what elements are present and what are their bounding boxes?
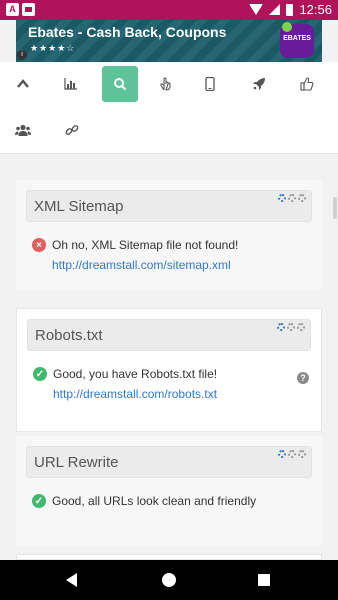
gear-icon: [297, 323, 305, 331]
gear-icon: [298, 450, 306, 458]
section-title: URL Rewrite: [34, 454, 119, 471]
section-title: Robots.txt: [35, 327, 103, 344]
status-bar: A 12:56: [0, 0, 338, 20]
question-icon[interactable]: ?: [297, 372, 309, 384]
navigation-bar: [0, 560, 338, 600]
gear-icon: [288, 194, 296, 202]
url-rewrite-result: ✓ Good, all URLs look clean and friendly: [32, 494, 256, 511]
result-message: Oh no, XML Sitemap file not found!: [52, 238, 239, 252]
result-message: Good, you have Robots.txt file!: [53, 367, 218, 381]
gears-icon[interactable]: [278, 194, 306, 202]
gears-icon[interactable]: [277, 323, 305, 331]
xml-sitemap-result: × Oh no, XML Sitemap file not found! htt…: [32, 238, 238, 275]
link-icon[interactable]: [54, 112, 90, 148]
a-icon: A: [6, 3, 19, 16]
ad-download-badge-icon: [282, 22, 292, 32]
gear-icon: [288, 450, 296, 458]
xml-sitemap-header: XML Sitemap: [26, 190, 312, 222]
robots-txt-link[interactable]: http://dreamstall.com/robots.txt: [53, 384, 217, 404]
ad-banner[interactable]: Ebates - Cash Back, Coupons ★★★★☆ EBATES: [16, 20, 322, 62]
signal-icon: [269, 4, 281, 15]
ad-rating-stars: ★★★★☆: [30, 43, 76, 53]
section-title: XML Sitemap: [34, 198, 124, 215]
gear-icon: [298, 194, 306, 202]
recent-apps-icon[interactable]: [258, 574, 270, 586]
gears-icon[interactable]: [278, 450, 306, 458]
xml-sitemap-card: XML Sitemap × Oh no, XML Sitemap file no…: [16, 180, 322, 290]
thumbs-up-icon[interactable]: [289, 66, 325, 102]
error-icon: ×: [32, 238, 46, 252]
home-icon[interactable]: [162, 573, 176, 587]
check-icon: ✓: [32, 494, 46, 508]
robots-txt-header: Robots.txt: [27, 319, 311, 351]
gear-icon: [278, 194, 286, 202]
gear-icon: [287, 323, 295, 331]
bar-chart-icon[interactable]: [53, 66, 89, 102]
message-icon: [22, 3, 35, 16]
toolbar: [0, 62, 338, 154]
users-icon[interactable]: [5, 112, 41, 148]
ad-title[interactable]: Ebates - Cash Back, Coupons: [28, 24, 226, 40]
chevron-up-icon[interactable]: [5, 66, 41, 102]
gear-icon: [278, 450, 286, 458]
scrollbar[interactable]: [333, 197, 337, 219]
rocket-icon[interactable]: [241, 66, 277, 102]
result-message: Good, all URLs look clean and friendly: [52, 494, 257, 508]
url-rewrite-card: URL Rewrite ✓ Good, all URLs look clean …: [16, 436, 322, 546]
gear-icon: [277, 323, 285, 331]
ad-info-icon[interactable]: i: [17, 50, 27, 60]
wifi-icon: [249, 4, 264, 15]
search-icon[interactable]: [102, 66, 138, 102]
sitemap-link[interactable]: http://dreamstall.com/sitemap.xml: [52, 255, 238, 275]
mobile-phone-icon[interactable]: [192, 66, 228, 102]
robots-txt-result: ✓ Good, you have Robots.txt file! http:/…: [33, 367, 217, 404]
battery-icon: [286, 3, 294, 16]
robots-txt-card: Robots.txt ✓ Good, you have Robots.txt f…: [16, 308, 322, 432]
url-rewrite-header: URL Rewrite: [26, 446, 312, 478]
status-time: 12:56: [299, 2, 332, 17]
pointer-hand-icon[interactable]: [148, 66, 184, 102]
check-icon: ✓: [33, 367, 47, 381]
back-icon[interactable]: [66, 573, 77, 587]
